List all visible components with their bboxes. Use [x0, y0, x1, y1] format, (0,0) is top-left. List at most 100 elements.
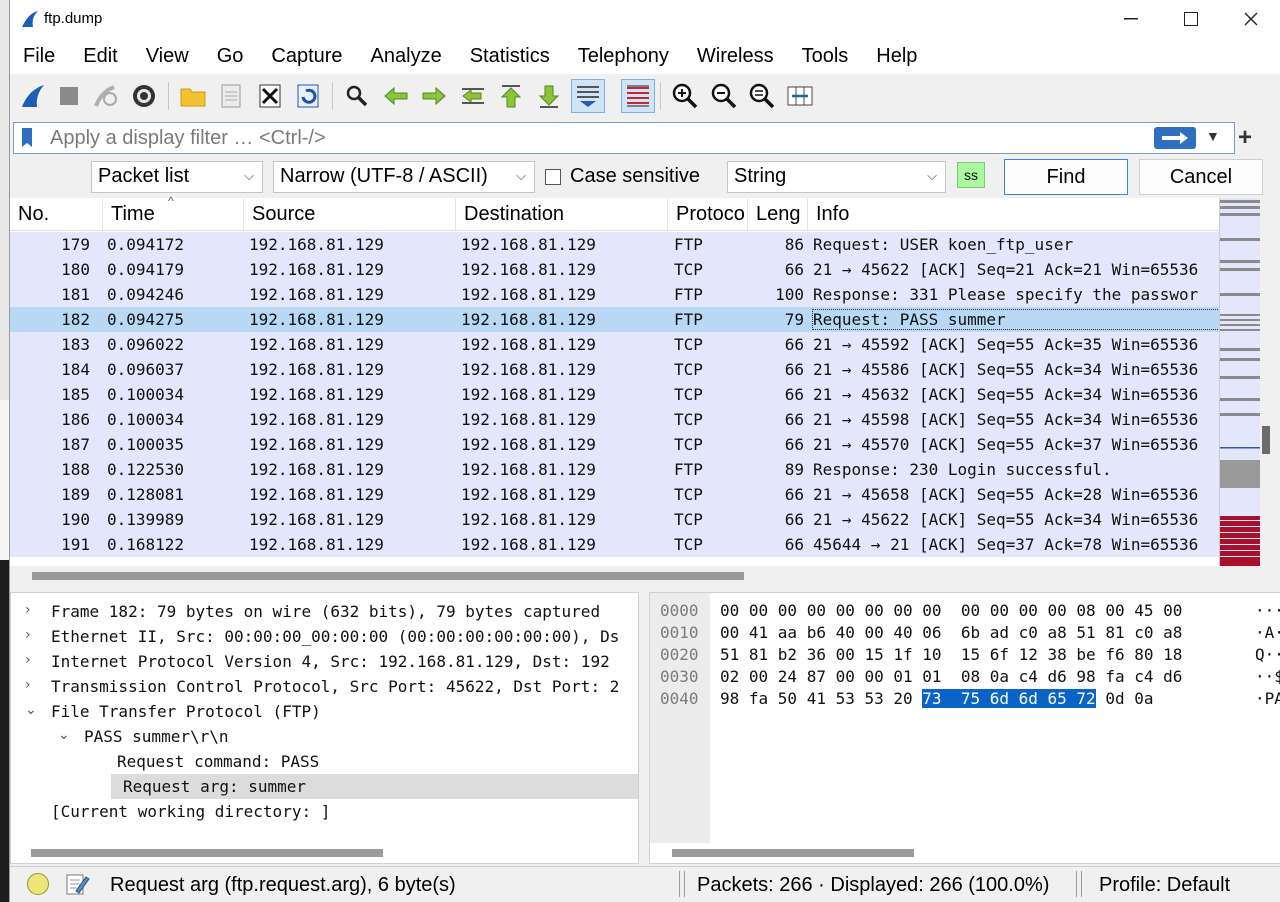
packet-row[interactable]: 189 0.128081 192.168.81.129 192.168.81.129 T…	[10, 482, 1219, 507]
menu-statistics[interactable]: Statistics	[470, 45, 550, 68]
packet-cell-src: 192.168.81.129	[249, 460, 384, 479]
packet-cell-no: 185	[61, 385, 90, 404]
detail-tree-item[interactable]: ⌄ File Transfer Protocol (FTP)	[11, 699, 638, 724]
find-value-input[interactable]: ss	[957, 162, 985, 188]
column-info[interactable]: Info	[808, 198, 1219, 231]
display-filter-input[interactable]	[50, 125, 1140, 151]
packet-row[interactable]: 180 0.094179 192.168.81.129 192.168.81.129 T…	[10, 257, 1219, 282]
chevron-right-icon[interactable]: ›	[25, 627, 31, 643]
detail-tree-item[interactable]: Request command: PASS	[11, 749, 638, 774]
stop-capture-icon[interactable]	[52, 79, 86, 113]
details-hscrollbar[interactable]	[31, 849, 383, 857]
packet-row[interactable]: 186 0.100034 192.168.81.129 192.168.81.129 T…	[10, 407, 1219, 432]
chevron-down-icon[interactable]: ⌄	[25, 702, 37, 718]
zoom-out-icon[interactable]	[707, 79, 741, 113]
add-filter-button-icon[interactable]: +	[1238, 124, 1252, 152]
close-file-icon[interactable]	[253, 79, 287, 113]
go-to-packet-icon[interactable]	[456, 79, 490, 113]
status-profile[interactable]: Profile: Default	[1099, 874, 1230, 897]
sort-ascending-icon: ^	[168, 194, 174, 208]
save-file-icon[interactable]	[214, 79, 248, 113]
maximize-button[interactable]	[1161, 0, 1221, 38]
go-forward-icon[interactable]	[417, 79, 451, 113]
packet-row[interactable]: 190 0.139989 192.168.81.129 192.168.81.129 T…	[10, 507, 1219, 532]
first-packet-icon[interactable]	[494, 79, 528, 113]
case-sensitive-checkbox[interactable]	[545, 169, 561, 185]
detail-tree-item[interactable]: › Frame 182: 79 bytes on wire (632 bits),…	[11, 599, 638, 624]
auto-scroll-icon[interactable]	[571, 79, 605, 113]
start-capture-icon[interactable]	[16, 79, 50, 113]
open-file-icon[interactable]	[176, 79, 210, 113]
menu-view[interactable]: View	[146, 45, 189, 68]
zoom-normal-icon[interactable]	[745, 79, 779, 113]
packet-cell-src: 192.168.81.129	[249, 360, 384, 379]
menu-telephony[interactable]: Telephony	[578, 45, 669, 68]
packet-row[interactable]: 179 0.094172 192.168.81.129 192.168.81.129 F…	[10, 232, 1219, 257]
detail-tree-item[interactable]: [Current working directory: ]	[11, 799, 638, 824]
packet-row[interactable]: 183 0.096022 192.168.81.129 192.168.81.129 T…	[10, 332, 1219, 357]
detail-label: PASS summer\r\n	[84, 727, 229, 746]
column-protocol[interactable]: Protoco	[668, 198, 748, 231]
last-packet-icon[interactable]	[532, 79, 566, 113]
column-source[interactable]: Source	[244, 198, 456, 231]
edit-comment-icon[interactable]	[64, 871, 90, 897]
colorize-icon[interactable]	[621, 79, 655, 113]
chevron-right-icon[interactable]: ›	[25, 677, 31, 693]
packet-row[interactable]: 184 0.096037 192.168.81.129 192.168.81.129 T…	[10, 357, 1219, 382]
search-type-select[interactable]: String ⌵	[727, 161, 946, 193]
expert-info-icon[interactable]	[27, 873, 49, 895]
menu-file[interactable]: File	[23, 45, 55, 68]
column-no[interactable]: No.	[10, 198, 103, 231]
menu-go[interactable]: Go	[217, 45, 244, 68]
packet-list-hscrollbar[interactable]	[10, 566, 1219, 586]
apply-filter-button[interactable]	[1154, 127, 1196, 149]
chevron-down-icon[interactable]: ⌄	[58, 727, 70, 743]
packet-row[interactable]: 188 0.122530 192.168.81.129 192.168.81.129 F…	[10, 457, 1219, 482]
menu-help[interactable]: Help	[876, 45, 917, 68]
packet-cell-no: 182	[61, 310, 90, 329]
find-packet-icon[interactable]	[340, 79, 374, 113]
cancel-button[interactable]: Cancel	[1139, 159, 1263, 195]
packet-row[interactable]: 191 0.168122 192.168.81.129 192.168.81.129 T…	[10, 532, 1219, 557]
chevron-down-icon[interactable]: ▼	[1206, 128, 1220, 144]
chevron-right-icon[interactable]: ›	[25, 652, 31, 668]
go-back-icon[interactable]	[379, 79, 413, 113]
packet-row[interactable]: 181 0.094246 192.168.81.129 192.168.81.129 F…	[10, 282, 1219, 307]
minimize-button[interactable]	[1101, 0, 1161, 38]
packet-row[interactable]: 187 0.100035 192.168.81.129 192.168.81.129 T…	[10, 432, 1219, 457]
detail-tree-item[interactable]: › Ethernet II, Src: 00:00:00_00:00:00 (00…	[11, 624, 638, 649]
chevron-right-icon[interactable]: ›	[25, 602, 31, 618]
restart-capture-icon[interactable]	[89, 79, 123, 113]
packet-cell-info: 21 → 45658 [ACK] Seq=55 Ack=28 Win=65536	[813, 485, 1199, 504]
menu-tools[interactable]: Tools	[802, 45, 849, 68]
menu-wireless[interactable]: Wireless	[697, 45, 774, 68]
close-button[interactable]	[1221, 0, 1280, 38]
menu-analyze[interactable]: Analyze	[371, 45, 442, 68]
detail-tree-item[interactable]: › Internet Protocol Version 4, Src: 192.1…	[11, 649, 638, 674]
column-length[interactable]: Leng	[748, 198, 808, 231]
capture-options-icon[interactable]	[127, 79, 161, 113]
packet-row[interactable]: 182 0.094275 192.168.81.129 192.168.81.129 F…	[10, 307, 1220, 332]
zoom-in-icon[interactable]	[668, 79, 702, 113]
bookmark-icon[interactable]	[19, 127, 35, 149]
hex-offset: 0010	[660, 623, 699, 642]
detail-tree-item[interactable]: ⌄ PASS summer\r\n	[11, 724, 638, 749]
menu-edit[interactable]: Edit	[83, 45, 117, 68]
packet-row[interactable]: 185 0.100034 192.168.81.129 192.168.81.129 T…	[10, 382, 1219, 407]
hex-hscrollbar[interactable]	[672, 849, 914, 857]
menu-capture[interactable]: Capture	[271, 45, 342, 68]
resize-columns-icon[interactable]	[783, 79, 817, 113]
char-width-select[interactable]: Narrow (UTF-8 / ASCII) ⌵	[273, 161, 535, 193]
find-button[interactable]: Find	[1004, 159, 1128, 195]
detail-tree-item[interactable]: Request arg: summer	[111, 774, 638, 799]
packet-cell-time: 0.122530	[107, 460, 185, 479]
detail-tree-item[interactable]: › Transmission Control Protocol, Src Port…	[11, 674, 638, 699]
packet-list-vscrollbar[interactable]	[1260, 198, 1280, 586]
reload-file-icon[interactable]	[291, 79, 325, 113]
packet-minimap[interactable]	[1219, 198, 1260, 566]
search-in-select[interactable]: Packet list ⌵	[91, 161, 263, 193]
packet-cell-dst: 192.168.81.129	[461, 335, 596, 354]
packet-cell-len: 66	[784, 435, 804, 454]
packet-cell-src: 192.168.81.129	[249, 435, 384, 454]
column-destination[interactable]: Destination	[456, 198, 668, 231]
